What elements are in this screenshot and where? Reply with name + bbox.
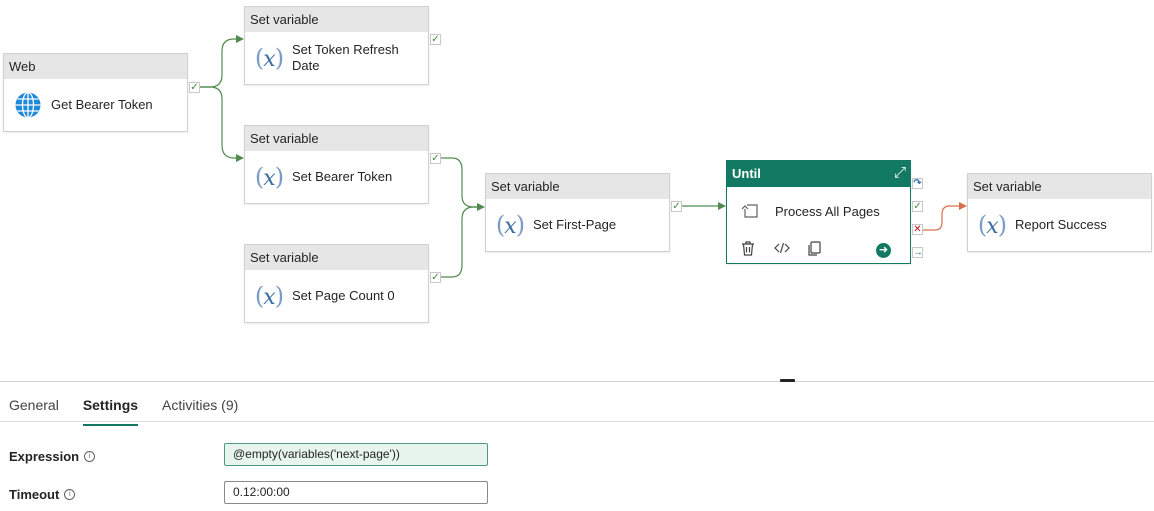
timeout-label: Timeout i — [9, 487, 76, 502]
tab-activities[interactable]: Activities (9) — [162, 392, 238, 422]
expression-label: Expression i — [9, 449, 96, 464]
timeout-field[interactable]: 0.12:00:00 — [224, 481, 488, 504]
arrowhead — [959, 202, 967, 210]
success-port[interactable]: ✓ — [430, 153, 441, 164]
link-until-fail-to-report — [922, 205, 962, 231]
arrowhead — [236, 154, 244, 162]
activity-type: Set variable — [968, 174, 1151, 199]
loop-icon — [741, 201, 761, 221]
activity-set-token-refresh-date[interactable]: Set variable (x) Set Token Refresh Date … — [244, 6, 441, 85]
variable-icon: (x) — [495, 211, 525, 239]
info-icon[interactable]: i — [84, 451, 96, 462]
activity-type: Set variable — [245, 126, 428, 151]
code-icon[interactable] — [774, 241, 807, 259]
tab-divider — [0, 421, 1154, 422]
activity-set-page-count[interactable]: Set variable (x) Set Page Count 0 ✓ — [244, 244, 441, 323]
activity-type: Set variable — [486, 174, 669, 199]
success-port[interactable]: ✓ — [671, 201, 682, 212]
activity-type: Set variable — [245, 245, 428, 270]
delete-icon[interactable] — [741, 241, 774, 259]
success-port[interactable]: ✓ — [430, 34, 441, 45]
success-port[interactable]: ✓ — [912, 201, 923, 212]
activity-type: Set variable — [245, 7, 428, 32]
activity-name: Set First-Page — [533, 217, 617, 232]
activity-set-first-page[interactable]: Set variable (x) Set First-Page ✓ — [485, 173, 682, 252]
arrowhead — [477, 203, 485, 211]
activity-name: Set Page Count 0 — [292, 288, 395, 303]
activity-name: Process All Pages — [775, 204, 880, 219]
activity-name: Set Bearer Token — [292, 169, 393, 184]
skipped-port[interactable]: ↷ — [912, 178, 923, 189]
success-port[interactable]: ✓ — [430, 272, 441, 283]
timeout-label-text: Timeout — [9, 487, 60, 502]
expression-field[interactable]: @empty(variables('next-page')) — [224, 443, 488, 466]
activity-get-bearer-token[interactable]: Web Get Bearer Token ✓ — [3, 53, 200, 132]
expression-label-text: Expression — [9, 449, 80, 464]
activity-until-process-all-pages[interactable]: Until ⤢ Process All Pages ➜ ↷ ✓ ✕ → — [726, 160, 923, 264]
link-bearer-to-first — [441, 157, 481, 208]
variable-icon: (x) — [977, 211, 1007, 239]
variable-icon: (x) — [254, 163, 284, 191]
copy-icon[interactable] — [807, 241, 840, 259]
splitter-handle[interactable] — [780, 379, 795, 382]
activity-name: Set Token Refresh Date — [292, 42, 399, 73]
arrowhead — [236, 35, 244, 43]
activity-type: Web — [4, 54, 187, 79]
variable-icon: (x) — [254, 282, 284, 310]
activity-report-success[interactable]: Set variable (x) Report Success — [967, 173, 1152, 252]
tab-general[interactable]: General — [9, 392, 59, 422]
variable-icon: (x) — [254, 44, 284, 72]
failure-port[interactable]: ✕ — [912, 224, 923, 235]
activity-name: Report Success — [1015, 217, 1107, 232]
activity-name: Get Bearer Token — [51, 97, 153, 112]
completion-port[interactable]: → — [912, 247, 923, 258]
arrowhead — [718, 202, 726, 210]
info-icon[interactable]: i — [64, 489, 76, 500]
link-web-to-refresh — [200, 38, 240, 88]
expand-icon[interactable]: ⤢ — [894, 164, 906, 182]
globe-icon — [13, 90, 43, 120]
tab-settings[interactable]: Settings — [82, 392, 139, 426]
link-count-to-first — [441, 206, 481, 278]
success-port[interactable]: ✓ — [189, 82, 200, 93]
activity-type: Until — [727, 161, 910, 187]
properties-tabs: General Settings Activities (9) — [0, 392, 253, 426]
navigate-into-icon[interactable]: ➜ — [876, 243, 891, 258]
activity-set-bearer-token[interactable]: Set variable (x) Set Bearer Token ✓ — [244, 125, 441, 204]
panel-splitter — [0, 381, 1154, 382]
link-web-to-bearer — [200, 86, 240, 159]
pipeline-canvas[interactable]: Web Get Bearer Token ✓ Set variable (x) … — [0, 0, 1154, 380]
